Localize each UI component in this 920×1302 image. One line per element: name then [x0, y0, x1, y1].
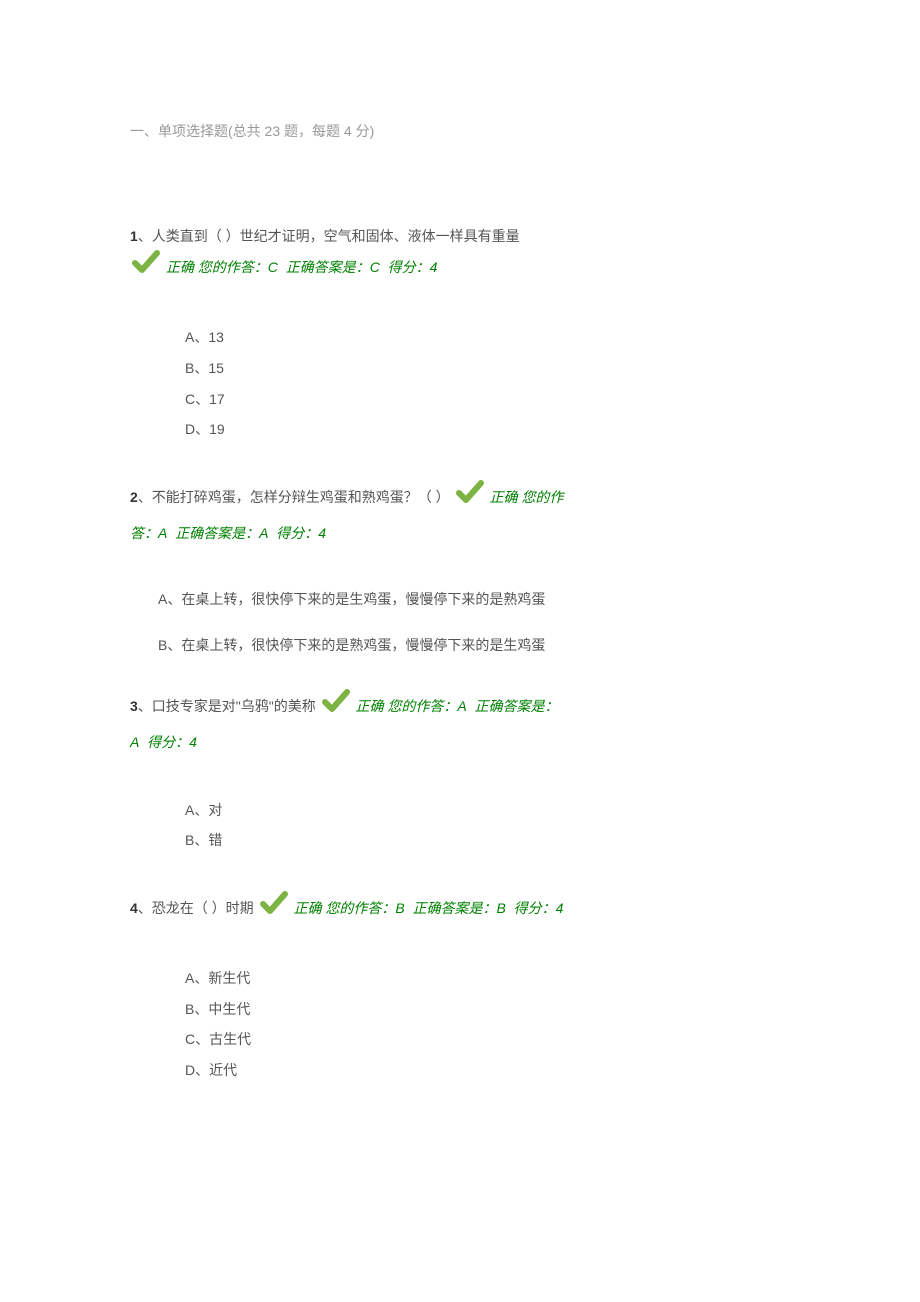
option-b: B、在桌上转，很快停下来的是熟鸡蛋，慢慢停下来的是生鸡蛋	[130, 631, 570, 659]
result-details: 您的作答：B 正确答案是：B 得分：4	[325, 900, 563, 916]
option-a: A、对	[185, 795, 570, 826]
question-2: 2、不能打碎鸡蛋，怎样分辩生鸡蛋和熟鸡蛋？（ ） 正确 您的作答：A 正确答案是…	[130, 480, 570, 659]
question-number: 3	[130, 698, 138, 714]
check-icon	[260, 891, 288, 928]
question-1: 1、人类直到（ ）世纪才证明，空气和固体、液体一样具有重量 正确 您的作答：C …	[130, 222, 570, 445]
option-c: C、17	[185, 384, 570, 415]
question-header: 3、口技专家是对"乌鸦"的美称 正确 您的作答：A 正确答案是：A 得分：4	[130, 689, 570, 759]
question-stem: 、不能打碎鸡蛋，怎样分辩生鸡蛋和熟鸡蛋？（ ）	[138, 489, 450, 505]
correct-label: 正确	[293, 900, 321, 916]
correct-label: 正确	[489, 489, 517, 505]
question-number: 1	[130, 228, 138, 244]
option-b: B、中生代	[185, 994, 570, 1025]
option-d: D、19	[185, 414, 570, 445]
correct-label: 正确	[166, 259, 194, 275]
result-details: 您的作答：C 正确答案是：C 得分：4	[198, 259, 438, 275]
question-stem: 、恐龙在（ ）时期	[138, 900, 254, 916]
options-list: A、在桌上转，很快停下来的是生鸡蛋，慢慢停下来的是熟鸡蛋 B、在桌上转，很快停下…	[130, 585, 570, 659]
question-text: 1、人类直到（ ）世纪才证明，空气和固体、液体一样具有重量	[130, 222, 570, 250]
question-stem: 、人类直到（ ）世纪才证明，空气和固体、液体一样具有重量	[138, 228, 520, 244]
option-a: A、新生代	[185, 963, 570, 994]
option-a: A、13	[185, 322, 570, 353]
option-b: B、错	[185, 825, 570, 856]
options-list: A、新生代 B、中生代 C、古生代 D、近代	[130, 963, 570, 1086]
question-number: 2	[130, 489, 138, 505]
check-icon	[456, 480, 484, 517]
result-line: 正确 您的作答：C 正确答案是：C 得分：4	[130, 250, 570, 287]
option-c: C、古生代	[185, 1024, 570, 1055]
check-icon	[132, 250, 160, 287]
check-icon	[322, 689, 350, 726]
correct-label: 正确	[356, 698, 384, 714]
question-number: 4	[130, 900, 138, 916]
option-b: B、15	[185, 353, 570, 384]
section-header: 一、单项选择题(总共 23 题，每题 4 分)	[130, 120, 790, 142]
option-a: A、在桌上转，很快停下来的是生鸡蛋，慢慢停下来的是熟鸡蛋	[130, 585, 570, 613]
options-list: A、13 B、15 C、17 D、19	[130, 322, 570, 445]
options-list: A、对 B、错	[130, 795, 570, 857]
question-4: 4、恐龙在（ ）时期 正确 您的作答：B 正确答案是：B 得分：4 A、新生代 …	[130, 891, 570, 1086]
question-stem: 、口技专家是对"乌鸦"的美称	[138, 698, 316, 714]
question-header: 2、不能打碎鸡蛋，怎样分辩生鸡蛋和熟鸡蛋？（ ） 正确 您的作答：A 正确答案是…	[130, 480, 570, 550]
question-header: 4、恐龙在（ ）时期 正确 您的作答：B 正确答案是：B 得分：4	[130, 891, 570, 928]
question-3: 3、口技专家是对"乌鸦"的美称 正确 您的作答：A 正确答案是：A 得分：4 A…	[130, 689, 570, 856]
option-d: D、近代	[185, 1055, 570, 1086]
